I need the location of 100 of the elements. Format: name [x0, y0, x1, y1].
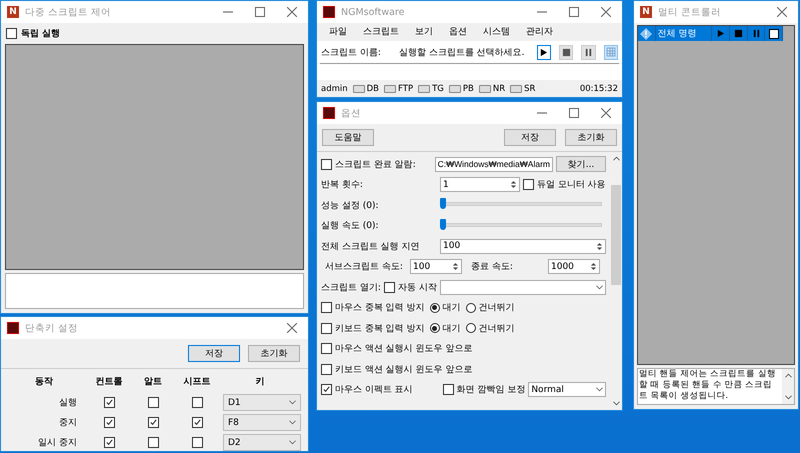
- scroll-thumb[interactable]: [611, 185, 621, 285]
- checkbox-label: 마우스 액션 실행시 윈도우 앞으로: [335, 343, 472, 356]
- app-icon: [323, 6, 335, 18]
- app-icon: [7, 322, 19, 334]
- number-field[interactable]: 100: [440, 238, 606, 254]
- play-icon[interactable]: [716, 29, 726, 38]
- indicator-label: SR: [524, 84, 536, 94]
- browse-button[interactable]: 찾기...: [556, 156, 606, 172]
- maximize-icon: [569, 108, 579, 118]
- save-button[interactable]: 저장: [188, 345, 240, 362]
- number-field[interactable]: 1000: [548, 259, 600, 274]
- scroll-up-icon[interactable]: [612, 156, 620, 161]
- number-field[interactable]: 100: [410, 259, 462, 274]
- checkbox[interactable]: [148, 417, 158, 428]
- spinner-icon[interactable]: [596, 240, 603, 252]
- checkbox[interactable]: [523, 179, 534, 190]
- menu-item[interactable]: 시스템: [475, 25, 518, 39]
- path-field[interactable]: C:₩Windows₩media₩Alarm: [434, 156, 553, 172]
- key-dropdown[interactable]: F8: [223, 414, 301, 431]
- maximize-icon: [569, 7, 579, 17]
- indicator-label: TG: [432, 84, 444, 94]
- checkbox[interactable]: [104, 437, 114, 448]
- checkbox-label: 화면 깜빡임 보정: [456, 384, 526, 396]
- window-title: NGMsoftware: [341, 6, 406, 18]
- checkbox[interactable]: [192, 397, 202, 408]
- checkbox[interactable]: [148, 397, 158, 408]
- scroll-up-icon[interactable]: [784, 373, 792, 378]
- mode-dropdown[interactable]: Normal: [528, 382, 606, 398]
- field-label: 전체 스크립트 실행 지연: [321, 240, 421, 253]
- checkbox-label: 키보드 액션 실행시 윈도우 앞으로: [335, 364, 472, 376]
- slider-label: 실행 속도 (0):: [321, 220, 380, 232]
- menu-item[interactable]: 관리자: [518, 25, 561, 39]
- checkbox[interactable]: [192, 437, 202, 448]
- menu-item[interactable]: 옵션: [441, 25, 475, 39]
- checkbox[interactable]: [442, 384, 454, 396]
- column-header: 키: [254, 376, 266, 389]
- checkbox[interactable]: [104, 397, 114, 408]
- reset-button[interactable]: 초기화: [248, 345, 300, 362]
- checkbox[interactable]: [6, 28, 17, 38]
- checkbox-label: 듀얼 모니터 사용: [537, 179, 606, 192]
- checkbox[interactable]: [384, 282, 395, 293]
- checkbox[interactable]: [192, 417, 202, 428]
- stop-icon[interactable]: [734, 29, 743, 38]
- radio-button[interactable]: [430, 302, 440, 313]
- column-header: 알트: [143, 376, 163, 389]
- checkbox[interactable]: [321, 384, 332, 396]
- field-label: 서브스크립트 속도:: [324, 261, 404, 274]
- radio-button[interactable]: [466, 302, 476, 313]
- checkbox[interactable]: [104, 417, 114, 428]
- spinner-icon[interactable]: [590, 261, 597, 272]
- grid-button[interactable]: [604, 44, 618, 60]
- checkbox[interactable]: [321, 343, 332, 354]
- indicator-label: NR: [492, 84, 506, 94]
- scroll-down-icon[interactable]: [784, 395, 792, 400]
- pause-button[interactable]: [581, 44, 596, 60]
- checkbox[interactable]: [321, 302, 332, 314]
- play-icon: [539, 48, 548, 56]
- checkbox[interactable]: [768, 28, 779, 38]
- radio-label: 대기: [442, 302, 461, 314]
- reset-button[interactable]: 초기화: [565, 129, 617, 146]
- caret-icon: [289, 400, 296, 405]
- help-button[interactable]: 도움말: [322, 129, 374, 146]
- checkbox[interactable]: [321, 322, 332, 334]
- indicator-light: [384, 84, 396, 92]
- app-icon: [323, 107, 335, 119]
- action-label: 중지: [58, 417, 78, 429]
- indicator-light: [352, 84, 365, 92]
- scroll-down-icon[interactable]: [612, 401, 620, 406]
- slider-thumb[interactable]: [440, 218, 446, 230]
- checkbox-label: 키보드 중복 입력 방지: [335, 322, 425, 335]
- slider-thumb[interactable]: [440, 198, 446, 210]
- number-field[interactable]: 1: [440, 177, 520, 192]
- spinner-icon[interactable]: [452, 261, 459, 272]
- command-row[interactable]: 전체 명령: [638, 26, 783, 41]
- radio-label: 건너뛰기: [478, 322, 515, 335]
- action-label: 일시 중지: [37, 437, 78, 449]
- menu-item[interactable]: 보기: [407, 25, 441, 39]
- indicator-label: PB: [462, 84, 474, 94]
- checkbox[interactable]: [321, 364, 332, 375]
- radio-button[interactable]: [430, 323, 440, 334]
- column-header: 시프트: [182, 376, 212, 389]
- save-button[interactable]: 저장: [504, 129, 556, 146]
- spinner-icon[interactable]: [510, 179, 517, 190]
- user-name: admin: [321, 84, 348, 94]
- maximize-icon: [255, 7, 265, 17]
- stop-button[interactable]: [558, 44, 574, 60]
- menu-item[interactable]: 스크립트: [355, 25, 407, 39]
- indicator-light: [418, 84, 430, 92]
- radio-button[interactable]: [466, 323, 476, 334]
- play-button[interactable]: [536, 44, 551, 60]
- close-icon: [601, 108, 611, 118]
- scrollbar[interactable]: [782, 369, 794, 404]
- menu-item[interactable]: 파일: [321, 25, 355, 39]
- field-label: 반복 횟수:: [321, 179, 364, 192]
- key-dropdown[interactable]: D2: [223, 434, 301, 451]
- checkbox[interactable]: [321, 158, 332, 170]
- key-dropdown[interactable]: D1: [223, 394, 301, 411]
- caret-icon: [596, 387, 603, 392]
- pause-icon[interactable]: [752, 29, 761, 38]
- checkbox[interactable]: [148, 437, 158, 448]
